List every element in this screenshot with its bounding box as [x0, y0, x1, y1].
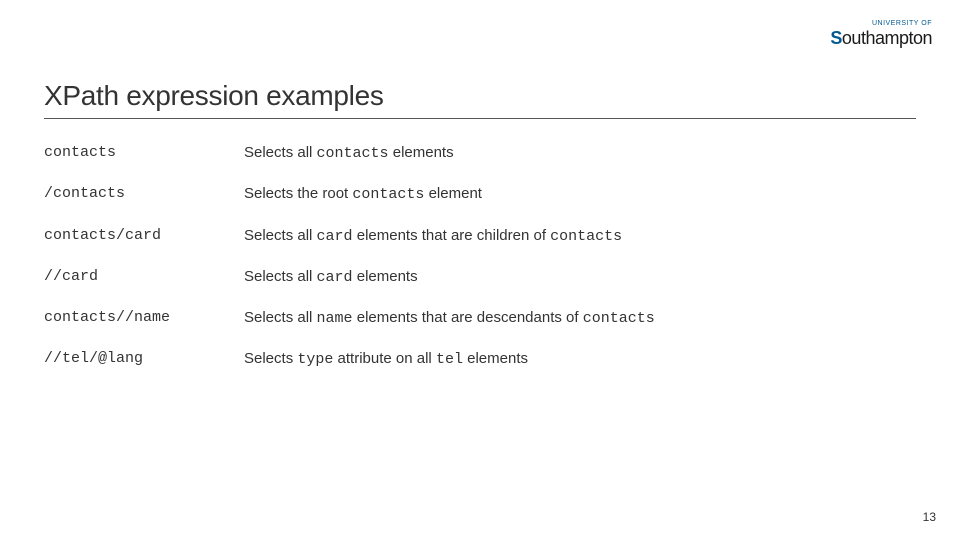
- desc-cell: Selects all card elements: [244, 261, 785, 302]
- logo-main-text: Southampton: [830, 29, 932, 47]
- desc-cell: Selects all name elements that are desce…: [244, 302, 785, 343]
- table-row: contacts Selects all contacts elements: [44, 137, 785, 178]
- expr-cell: contacts: [44, 137, 244, 178]
- logo-rest: outhampton: [842, 28, 932, 48]
- expr-cell: /contacts: [44, 178, 244, 219]
- desc-cell: Selects all card elements that are child…: [244, 220, 785, 261]
- examples-table: contacts Selects all contacts elements /…: [44, 137, 785, 385]
- table-row: contacts//name Selects all name elements…: [44, 302, 785, 343]
- page-number: 13: [923, 510, 936, 524]
- table-row: //tel/@lang Selects type attribute on al…: [44, 343, 785, 384]
- logo-letter: S: [830, 28, 842, 48]
- desc-cell: Selects the root contacts element: [244, 178, 785, 219]
- table-row: //card Selects all card elements: [44, 261, 785, 302]
- slide-title: XPath expression examples: [44, 80, 916, 112]
- desc-cell: Selects all contacts elements: [244, 137, 785, 178]
- table-row: contacts/card Selects all card elements …: [44, 220, 785, 261]
- logo-top-text: UNIVERSITY OF: [830, 20, 932, 27]
- table-row: /contacts Selects the root contacts elem…: [44, 178, 785, 219]
- desc-cell: Selects type attribute on all tel elemen…: [244, 343, 785, 384]
- expr-cell: //tel/@lang: [44, 343, 244, 384]
- expr-cell: //card: [44, 261, 244, 302]
- expr-cell: contacts//name: [44, 302, 244, 343]
- slide-content: XPath expression examples contacts Selec…: [44, 80, 916, 385]
- expr-cell: contacts/card: [44, 220, 244, 261]
- title-rule: [44, 118, 916, 119]
- university-logo: UNIVERSITY OF Southampton: [830, 20, 932, 47]
